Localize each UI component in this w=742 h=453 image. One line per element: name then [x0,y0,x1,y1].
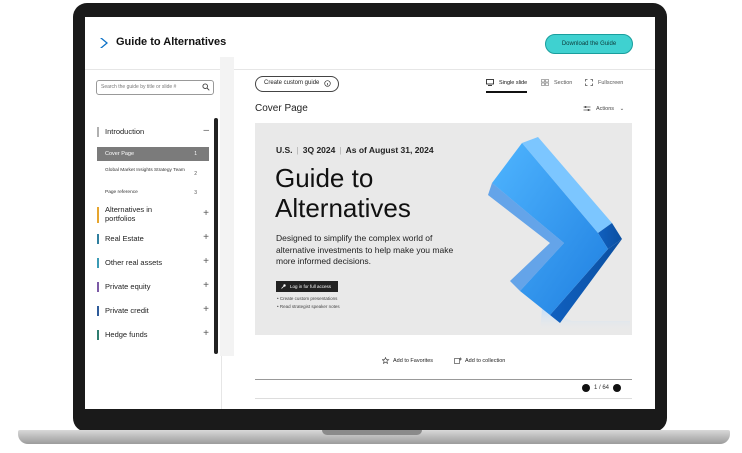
subitem-label: Global Market Insights Strategy Team [105,168,185,173]
section-color-bar [97,282,99,292]
slide-bullet: • Read strategist speaker notes [277,304,340,309]
monitor-icon [486,79,494,86]
view-fullscreen-label: Fullscreen [598,79,624,86]
actions-label: Actions [596,105,615,112]
view-single-slide[interactable]: Single slide [486,79,528,93]
collection-add-icon [454,357,462,364]
section-color-bar [97,258,99,268]
sidebar-item-real-estate[interactable]: Real Estate + [97,232,209,247]
chevron-down-icon: ⌄ [619,105,625,112]
subitem-number: 3 [194,190,197,196]
slide-bullet-text: Create custom presentations [279,296,338,301]
sidebar-item-label: Alternatives in portfolios [105,205,153,223]
view-section[interactable]: Section [541,79,572,86]
sidebar-item-label: Hedge funds [105,330,148,339]
subitem-number: 2 [194,171,197,177]
slide-meta-region: U.S. [276,145,293,155]
next-page-button[interactable] [613,384,622,392]
create-custom-guide-button[interactable]: Create custom guide [255,76,339,92]
section-color-bar [97,234,99,244]
sidebar-item-label: Private equity [105,282,151,291]
section-color-bar [97,127,99,137]
slide-meta: U.S. | 3Q 2024 | As of August 31, 2024 [276,145,434,155]
sidebar-subitem-page-reference[interactable]: Page reference 3 [97,190,209,198]
header: Guide to Alternatives Download the Guide [85,17,655,70]
key-icon [281,284,286,289]
chevron-illustration [488,137,630,331]
pagination: 1 / 64 [582,384,622,392]
sidebar-item-other-real-assets[interactable]: Other real assets + [97,256,209,271]
laptop-notch [322,430,422,435]
expand-icon [585,79,593,86]
sidebar-item-hedge-funds[interactable]: Hedge funds + [97,328,209,343]
page-title: Cover Page [255,103,308,114]
subitem-label: Page reference [105,190,138,195]
expand-icon[interactable]: + [203,208,209,219]
divider [255,379,632,380]
info-icon [324,80,331,87]
slide-description: Designed to simplify the complex world o… [276,233,454,266]
sidebar-item-alternatives-in-portfolios[interactable]: Alternatives in portfolios + [97,205,209,225]
app-screen: Guide to Alternatives Download the Guide… [85,17,655,409]
search-placeholder: Search the guide by title or slide # [101,84,177,90]
login-button[interactable]: Log in for full access [276,281,338,292]
expand-icon[interactable]: + [203,280,209,291]
add-to-collection-label: Add to collection [465,357,506,364]
sidebar-item-label: Introduction [105,127,145,136]
cover-slide: U.S. | 3Q 2024 | As of August 31, 2024 Guide… [255,123,632,335]
slide-title: Guide to Alternatives [275,163,411,223]
add-to-collection-link[interactable]: Add to collection [454,357,505,364]
expand-icon[interactable]: + [203,304,209,315]
sidebar-gutter [220,57,234,356]
sidebar-item-label: Real Estate [105,234,144,243]
sidebar-item-label: Other real assets [105,258,163,267]
sidebar-item-private-equity[interactable]: Private equity + [97,280,209,295]
subitem-number: 1 [194,151,197,157]
sidebar-item-label: Private credit [105,306,149,315]
grid-icon [541,79,549,86]
add-to-favorites-link[interactable]: Add to Favorites [382,357,433,364]
search-icon[interactable] [202,83,210,91]
section-color-bar [97,207,99,223]
expand-icon[interactable]: + [203,232,209,243]
sidebar-subitem-cover-page[interactable]: Cover Page 1 [97,147,209,161]
subitem-label: Cover Page [105,151,135,157]
sidebar: Search the guide by title or slide # Int… [85,70,222,409]
download-guide-button[interactable]: Download the Guide [545,34,633,54]
slide-meta-quarter: 3Q 2024 [302,145,336,155]
slide-meta-date: As of August 31, 2024 [345,145,434,155]
app-title: Guide to Alternatives [116,36,227,48]
slide-title-line2: Alternatives [275,193,411,223]
view-single-slide-label: Single slide [499,79,528,86]
login-button-label: Log in for full access [290,284,332,289]
collapse-icon[interactable]: – [203,125,209,136]
brand-chevron-icon [100,38,108,48]
slide-bullet-text: Read strategist speaker notes [279,304,340,309]
expand-icon[interactable]: + [203,256,209,267]
expand-icon[interactable]: + [203,328,209,339]
add-to-favorites-label: Add to Favorites [393,357,434,364]
section-color-bar [97,306,99,316]
section-color-bar [97,330,99,340]
slide-bullet: • Create custom presentations [277,296,338,301]
prev-page-button[interactable] [582,384,590,392]
star-add-icon [382,357,390,364]
slide-title-line1: Guide to [275,163,374,193]
sidebar-item-private-credit[interactable]: Private credit + [97,304,209,319]
sidebar-item-introduction[interactable]: Introduction – [97,125,209,139]
sliders-icon [583,106,591,111]
page-indicator: 1 / 64 [594,385,610,391]
divider [255,398,632,399]
search-input[interactable]: Search the guide by title or slide # [96,80,214,95]
create-custom-guide-label: Create custom guide [264,80,320,86]
view-fullscreen[interactable]: Fullscreen [585,79,623,86]
sidebar-scrollbar[interactable] [214,118,218,354]
actions-menu[interactable]: Actions ⌄ [583,105,624,112]
view-section-label: Section [554,79,573,86]
sidebar-subitem-strategy-team[interactable]: Global Market Insights Strategy Team 2 [97,168,209,182]
